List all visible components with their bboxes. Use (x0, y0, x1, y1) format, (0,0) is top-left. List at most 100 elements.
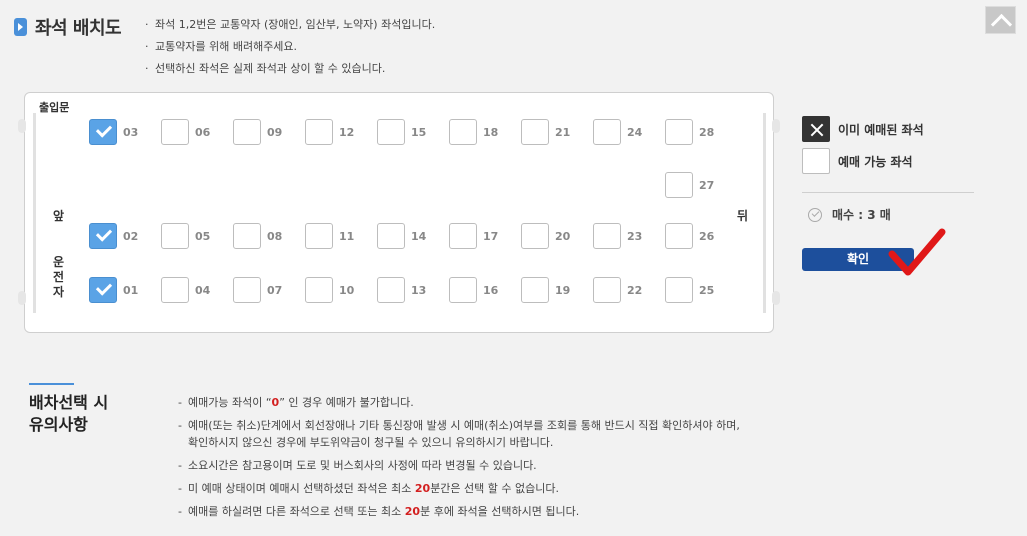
seat-number: 03 (123, 125, 139, 139)
seat-03[interactable]: 03 (89, 119, 138, 145)
seat-number: 11 (339, 229, 355, 243)
seat-number: 20 (555, 229, 571, 243)
seat-checkbox[interactable] (377, 119, 405, 145)
seat-checkbox[interactable] (665, 223, 693, 249)
seat-number: 17 (483, 229, 499, 243)
seat-04[interactable]: 04 (161, 277, 210, 303)
caution-item: 예매(또는 취소)단계에서 회선장애나 기타 통신장애 발생 시 예매(취소)여… (178, 417, 740, 451)
door-label: 출입문 (39, 101, 70, 114)
seat-checkbox[interactable] (521, 119, 549, 145)
seat-23[interactable]: 23 (593, 223, 642, 249)
seat-checkbox[interactable] (665, 277, 693, 303)
seat-checkbox[interactable] (593, 223, 621, 249)
seat-25[interactable]: 25 (665, 277, 714, 303)
seat-17[interactable]: 17 (449, 223, 498, 249)
seat-number: 08 (267, 229, 283, 243)
seat-checkbox[interactable] (593, 119, 621, 145)
cautions-title: 배차선택 시 유의사항 (29, 392, 139, 436)
seat-checkbox[interactable] (521, 277, 549, 303)
cautions-title-line: 유의사항 (29, 415, 88, 434)
seat-checkbox[interactable] (161, 277, 189, 303)
x-icon (802, 116, 830, 142)
seat-checkbox[interactable] (449, 223, 477, 249)
section-accent (29, 383, 74, 385)
seat-28[interactable]: 28 (665, 119, 714, 145)
seat-checkbox[interactable] (665, 172, 693, 198)
seat-08[interactable]: 08 (233, 223, 282, 249)
seat-checkbox[interactable] (665, 119, 693, 145)
seat-checkbox[interactable] (449, 119, 477, 145)
seat-checkbox[interactable] (377, 223, 405, 249)
seat-number: 27 (699, 178, 715, 192)
seat-10[interactable]: 10 (305, 277, 354, 303)
seat-05[interactable]: 05 (161, 223, 210, 249)
seat-legend: 이미 예매된 좌석 예매 가능 좌석 (802, 116, 924, 180)
caution-item: 예매가능 좌석이 “0” 인 경우 예매가 불가합니다. (178, 394, 740, 411)
seat-22[interactable]: 22 (593, 277, 642, 303)
seat-checkbox[interactable] (449, 277, 477, 303)
seat-06[interactable]: 06 (161, 119, 210, 145)
seat-number: 14 (411, 229, 427, 243)
seat-19[interactable]: 19 (521, 277, 570, 303)
seat-number: 09 (267, 125, 283, 139)
seat-13[interactable]: 13 (377, 277, 426, 303)
seat-checkbox[interactable] (161, 119, 189, 145)
scroll-top-button[interactable] (985, 6, 1016, 34)
seat-number: 22 (627, 283, 643, 297)
check-circle-icon (808, 207, 822, 222)
seat-number: 04 (195, 283, 211, 297)
seat-number: 05 (195, 229, 211, 243)
seat-number: 28 (699, 125, 715, 139)
seat-01[interactable]: 01 (89, 277, 138, 303)
page-title: 좌석 배치도 (35, 18, 122, 39)
front-label: 앞 (53, 209, 65, 223)
seat-number: 24 (627, 125, 643, 139)
seat-number: 06 (195, 125, 211, 139)
seat-checkbox[interactable] (233, 223, 261, 249)
seat-number: 13 (411, 283, 427, 297)
seat-checkbox[interactable] (233, 277, 261, 303)
seat-checkbox[interactable] (89, 223, 117, 249)
legend-divider (802, 192, 974, 193)
seat-checkbox[interactable] (89, 277, 117, 303)
page-header: 좌석 배치도 (14, 14, 122, 40)
seat-checkbox[interactable] (377, 277, 405, 303)
seat-checkbox[interactable] (521, 223, 549, 249)
seat-number: 19 (555, 283, 571, 297)
seat-26[interactable]: 26 (665, 223, 714, 249)
ticket-count: 매수 : 3 매 (808, 206, 891, 223)
seat-checkbox[interactable] (89, 119, 117, 145)
seat-checkbox[interactable] (161, 223, 189, 249)
seat-checkbox[interactable] (233, 119, 261, 145)
seat-checkbox[interactable] (305, 119, 333, 145)
ticket-count-text: 매수 : 3 매 (832, 208, 891, 222)
seat-number: 26 (699, 229, 715, 243)
seat-checkbox[interactable] (305, 223, 333, 249)
back-label: 뒤 (737, 209, 749, 223)
seat-27[interactable]: 27 (665, 172, 714, 198)
seat-07[interactable]: 07 (233, 277, 282, 303)
seat-02[interactable]: 02 (89, 223, 138, 249)
seat-20[interactable]: 20 (521, 223, 570, 249)
seat-checkbox[interactable] (305, 277, 333, 303)
legend-booked: 이미 예매된 좌석 (802, 116, 924, 142)
seat-15[interactable]: 15 (377, 119, 426, 145)
seat-18[interactable]: 18 (449, 119, 498, 145)
seat-14[interactable]: 14 (377, 223, 426, 249)
notice-item: 교통약자를 위해 배려해주세요. (145, 36, 435, 58)
caution-item: 소요시간은 참고용이며 도로 및 버스회사의 사정에 따라 변경될 수 있습니다… (178, 457, 740, 474)
seat-11[interactable]: 11 (305, 223, 354, 249)
seat-number: 25 (699, 283, 715, 297)
seat-checkbox[interactable] (593, 277, 621, 303)
seat-09[interactable]: 09 (233, 119, 282, 145)
seat-16[interactable]: 16 (449, 277, 498, 303)
seat-number: 10 (339, 283, 355, 297)
notice-list: 좌석 1,2번은 교통약자 (장애인, 임산부, 노약자) 좌석입니다. 교통약… (145, 14, 435, 80)
seat-number: 16 (483, 283, 499, 297)
seat-number: 07 (267, 283, 283, 297)
seat-21[interactable]: 21 (521, 119, 570, 145)
caution-item: 예매를 하실려면 다른 좌석으로 선택 또는 최소 20분 후에 좌석을 선택하… (178, 503, 740, 520)
seat-12[interactable]: 12 (305, 119, 354, 145)
seat-24[interactable]: 24 (593, 119, 642, 145)
red-checkmark-icon (888, 228, 946, 276)
